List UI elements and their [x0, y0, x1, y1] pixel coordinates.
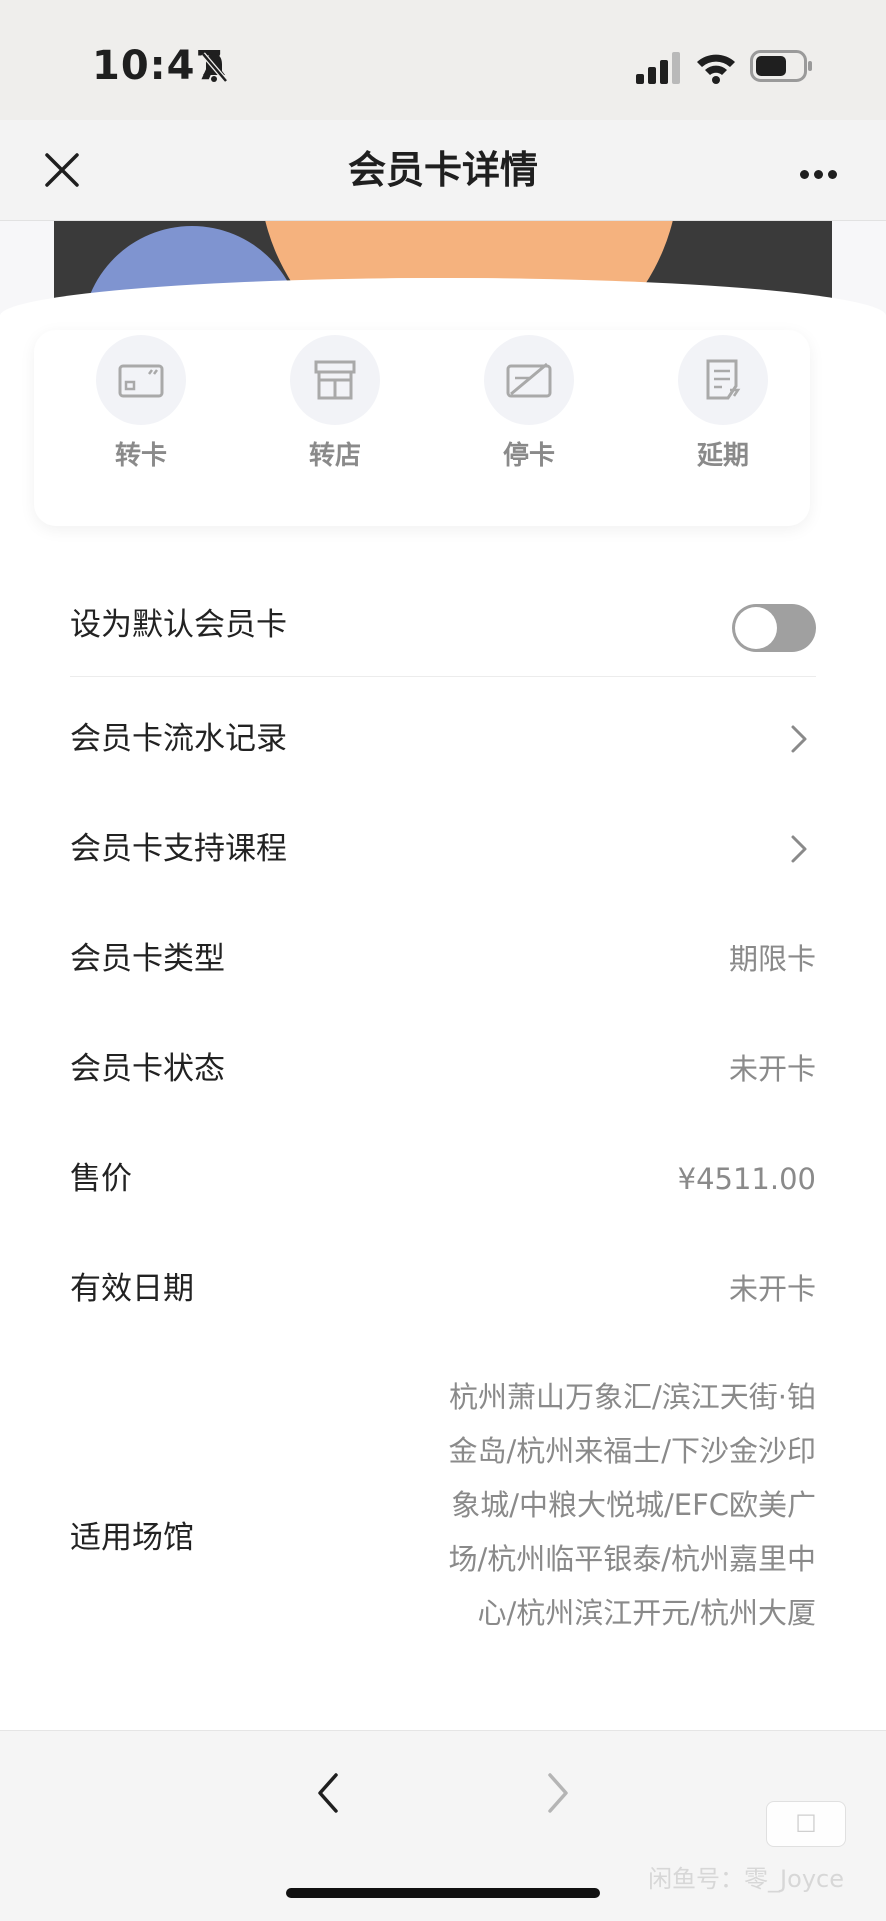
action-label: 延期 — [696, 441, 749, 471]
action-label: 转店 — [308, 441, 361, 471]
signal-icon — [636, 52, 680, 84]
default-card-toggle[interactable] — [732, 604, 816, 652]
chevron-right-icon — [791, 835, 807, 863]
price-label: 售价 — [70, 1161, 132, 1197]
action-label: 转卡 — [114, 441, 167, 471]
action-transfer-card[interactable]: 转卡 — [71, 335, 211, 475]
watermark-text: 闲鱼号：零_Joyce — [648, 1865, 844, 1893]
card-status-label: 会员卡状态 — [70, 1051, 225, 1087]
card-type-row: 会员卡类型 期限卡 — [70, 904, 816, 1014]
divider — [70, 676, 816, 677]
price-value: ¥4511.00 — [677, 1162, 816, 1196]
bell-muted-icon — [201, 52, 228, 83]
chevron-right-icon — [791, 725, 807, 753]
action-transfer-store[interactable]: 转店 — [265, 335, 405, 475]
extend-document-icon — [678, 335, 768, 425]
battery-icon — [750, 50, 812, 82]
page-title: 会员卡详情 — [347, 148, 538, 192]
default-card-label: 设为默认会员卡 — [70, 607, 287, 643]
transfer-card-icon — [96, 335, 186, 425]
action-label: 停卡 — [502, 441, 555, 471]
forward-arrow-icon[interactable] — [546, 1771, 570, 1815]
price-row: 售价 ¥4511.00 — [70, 1124, 816, 1234]
more-menu-icon[interactable] — [800, 164, 844, 179]
status-bar: 10:47 — [0, 0, 886, 120]
valid-date-value: 未开卡 — [728, 1272, 816, 1306]
action-extend[interactable]: 延期 — [653, 335, 793, 475]
card-type-value: 期限卡 — [728, 942, 816, 976]
stop-card-icon — [484, 335, 574, 425]
back-arrow-icon[interactable] — [316, 1771, 340, 1815]
venues-row: 适用场馆 杭州萧山万象汇/滨江天街·铂金岛/杭州来福士/下沙金沙印象城/中粮大悦… — [70, 1370, 816, 1700]
home-indicator — [286, 1888, 600, 1898]
valid-date-label: 有效日期 — [70, 1271, 194, 1307]
card-type-label: 会员卡类型 — [70, 941, 225, 977]
venues-label: 适用场馆 — [70, 1520, 194, 1556]
toggle-knob — [735, 607, 777, 649]
wifi-icon — [697, 54, 735, 84]
card-status-row: 会员卡状态 未开卡 — [70, 1014, 816, 1124]
venues-value: 杭州萧山万象汇/滨江天街·铂金岛/杭州来福士/下沙金沙印象城/中粮大悦城/EFC… — [448, 1380, 816, 1630]
default-card-row: 设为默认会员卡 — [70, 570, 816, 680]
nav-bar: 会员卡详情 — [0, 120, 886, 221]
watermark-logo: ☐ — [766, 1801, 846, 1847]
card-flow-record-label: 会员卡流水记录 — [70, 721, 287, 757]
card-actions-panel: 转卡 转店 停卡 延期 — [34, 330, 810, 526]
card-flow-record-row[interactable]: 会员卡流水记录 — [70, 684, 816, 794]
supported-courses-row[interactable]: 会员卡支持课程 — [70, 794, 816, 904]
action-stop-card[interactable]: 停卡 — [459, 335, 599, 475]
store-icon — [290, 335, 380, 425]
browser-bottom-bar: ☐ 闲鱼号：零_Joyce — [0, 1730, 886, 1921]
valid-date-row: 有效日期 未开卡 — [70, 1234, 816, 1344]
supported-courses-label: 会员卡支持课程 — [70, 831, 287, 867]
card-status-value: 未开卡 — [728, 1052, 816, 1086]
